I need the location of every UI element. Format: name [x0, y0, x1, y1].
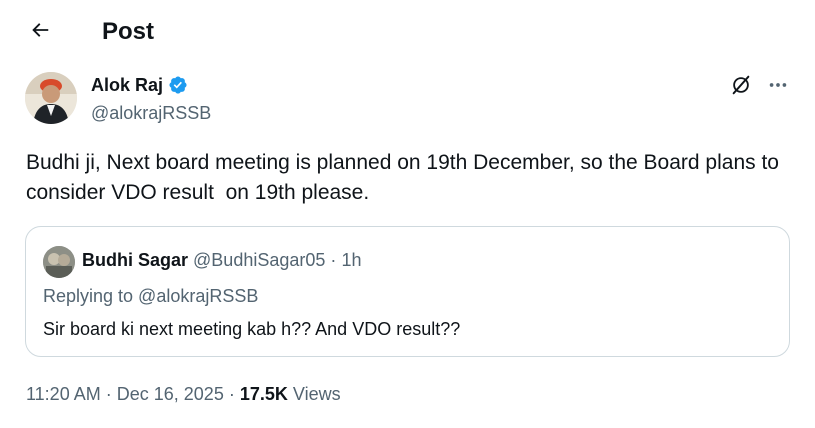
verified-badge-icon — [168, 75, 188, 95]
quoted-post-text: Sir board ki next meeting kab h?? And VD… — [43, 319, 461, 339]
author-handle[interactable]: @alokrajRSSB — [91, 102, 211, 124]
quoted-author-avatar[interactable] — [43, 246, 75, 278]
replying-to-label: Replying to @alokrajRSSB — [43, 286, 259, 306]
separator-dot: · — [228, 384, 235, 404]
quoted-post-card[interactable]: Budhi Sagar @BudhiSagar05 · 1h Replying … — [25, 226, 790, 357]
post-meta: 11:20 AM · Dec 16, 2025 · 17.5K Views — [26, 383, 341, 405]
author-name: Alok Raj — [91, 75, 164, 95]
views-label: Views — [292, 384, 341, 404]
more-horizontal-icon — [767, 74, 789, 101]
quoted-author-name: Budhi Sagar — [82, 250, 189, 270]
separator-dot: · — [330, 250, 337, 270]
post-date[interactable]: Dec 16, 2025 — [117, 384, 224, 404]
more-options-button[interactable] — [764, 74, 792, 100]
quoted-timestamp: 1h — [341, 250, 362, 270]
separator-dot: · — [105, 384, 112, 404]
grok-icon — [730, 74, 752, 101]
back-button[interactable] — [22, 14, 58, 50]
author-avatar[interactable] — [25, 72, 77, 124]
quoted-author-handle: @BudhiSagar05 — [193, 250, 326, 270]
author-name-row[interactable]: Alok Raj — [91, 74, 188, 96]
page-header: Post — [0, 0, 815, 64]
views-count: 17.5K — [239, 384, 288, 404]
post-time[interactable]: 11:20 AM — [26, 384, 101, 404]
page-title: Post — [102, 18, 155, 45]
arrow-left-icon — [29, 19, 51, 46]
grok-button[interactable] — [728, 74, 754, 100]
post-text: Budhi ji, Next board meeting is planned … — [26, 151, 785, 204]
quoted-header: Budhi Sagar @BudhiSagar05 · 1h — [82, 249, 361, 271]
